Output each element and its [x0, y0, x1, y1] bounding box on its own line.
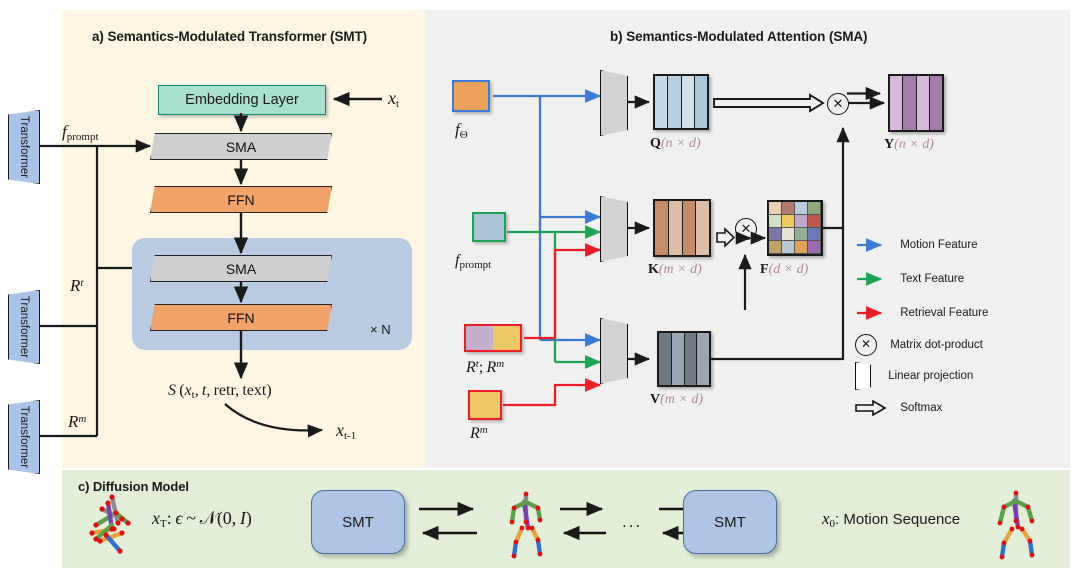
diffusion-arrows-2 [560, 501, 606, 541]
legend-item-motion: Motion Feature [855, 238, 978, 252]
smt-box-right[interactable]: SMT [683, 490, 777, 554]
smt-box-label: SMT [342, 513, 374, 531]
legend-label: Motion Feature [900, 239, 978, 252]
smt-box-label: SMT [714, 513, 746, 531]
label-x0-motion-sequence: x0: Motion Sequence [822, 509, 961, 530]
legend-item-text: Text Feature [855, 272, 964, 286]
linear-projection-icon [855, 362, 871, 390]
legend-item-linear-projection: Linear projection [855, 362, 973, 390]
diffusion-arrows-1 [419, 501, 477, 541]
legend-label: Text Feature [900, 273, 965, 286]
legend-item-retrieval: Retrieval Feature [855, 306, 988, 320]
noisy-skeleton-icon [89, 494, 131, 554]
legend-label: Linear projection [888, 370, 974, 382]
circle-x-icon: ✕ [855, 334, 877, 356]
legend-item-dot-product: ✕ Matrix dot-product [855, 334, 983, 356]
label-xt-minus-1: xt-1 [336, 420, 357, 442]
legend-label: Retrieval Feature [900, 307, 989, 320]
clean-skeleton-icon [997, 490, 1035, 560]
mid-skeleton-icon [509, 491, 543, 559]
y-input-arrow [848, 96, 886, 110]
smt-box-left[interactable]: SMT [311, 490, 405, 554]
legend-label: Matrix dot-product [890, 339, 983, 351]
smt-output-expression: S (xt, t, retr, text) [168, 382, 272, 401]
legend-item-softmax: Softmax [855, 399, 943, 417]
diffusion-ellipsis: ... [622, 512, 643, 531]
label-xT-noise: xT: ϵ ~ 𝒩(0, I) [152, 508, 252, 530]
legend-label: Softmax [900, 402, 943, 414]
